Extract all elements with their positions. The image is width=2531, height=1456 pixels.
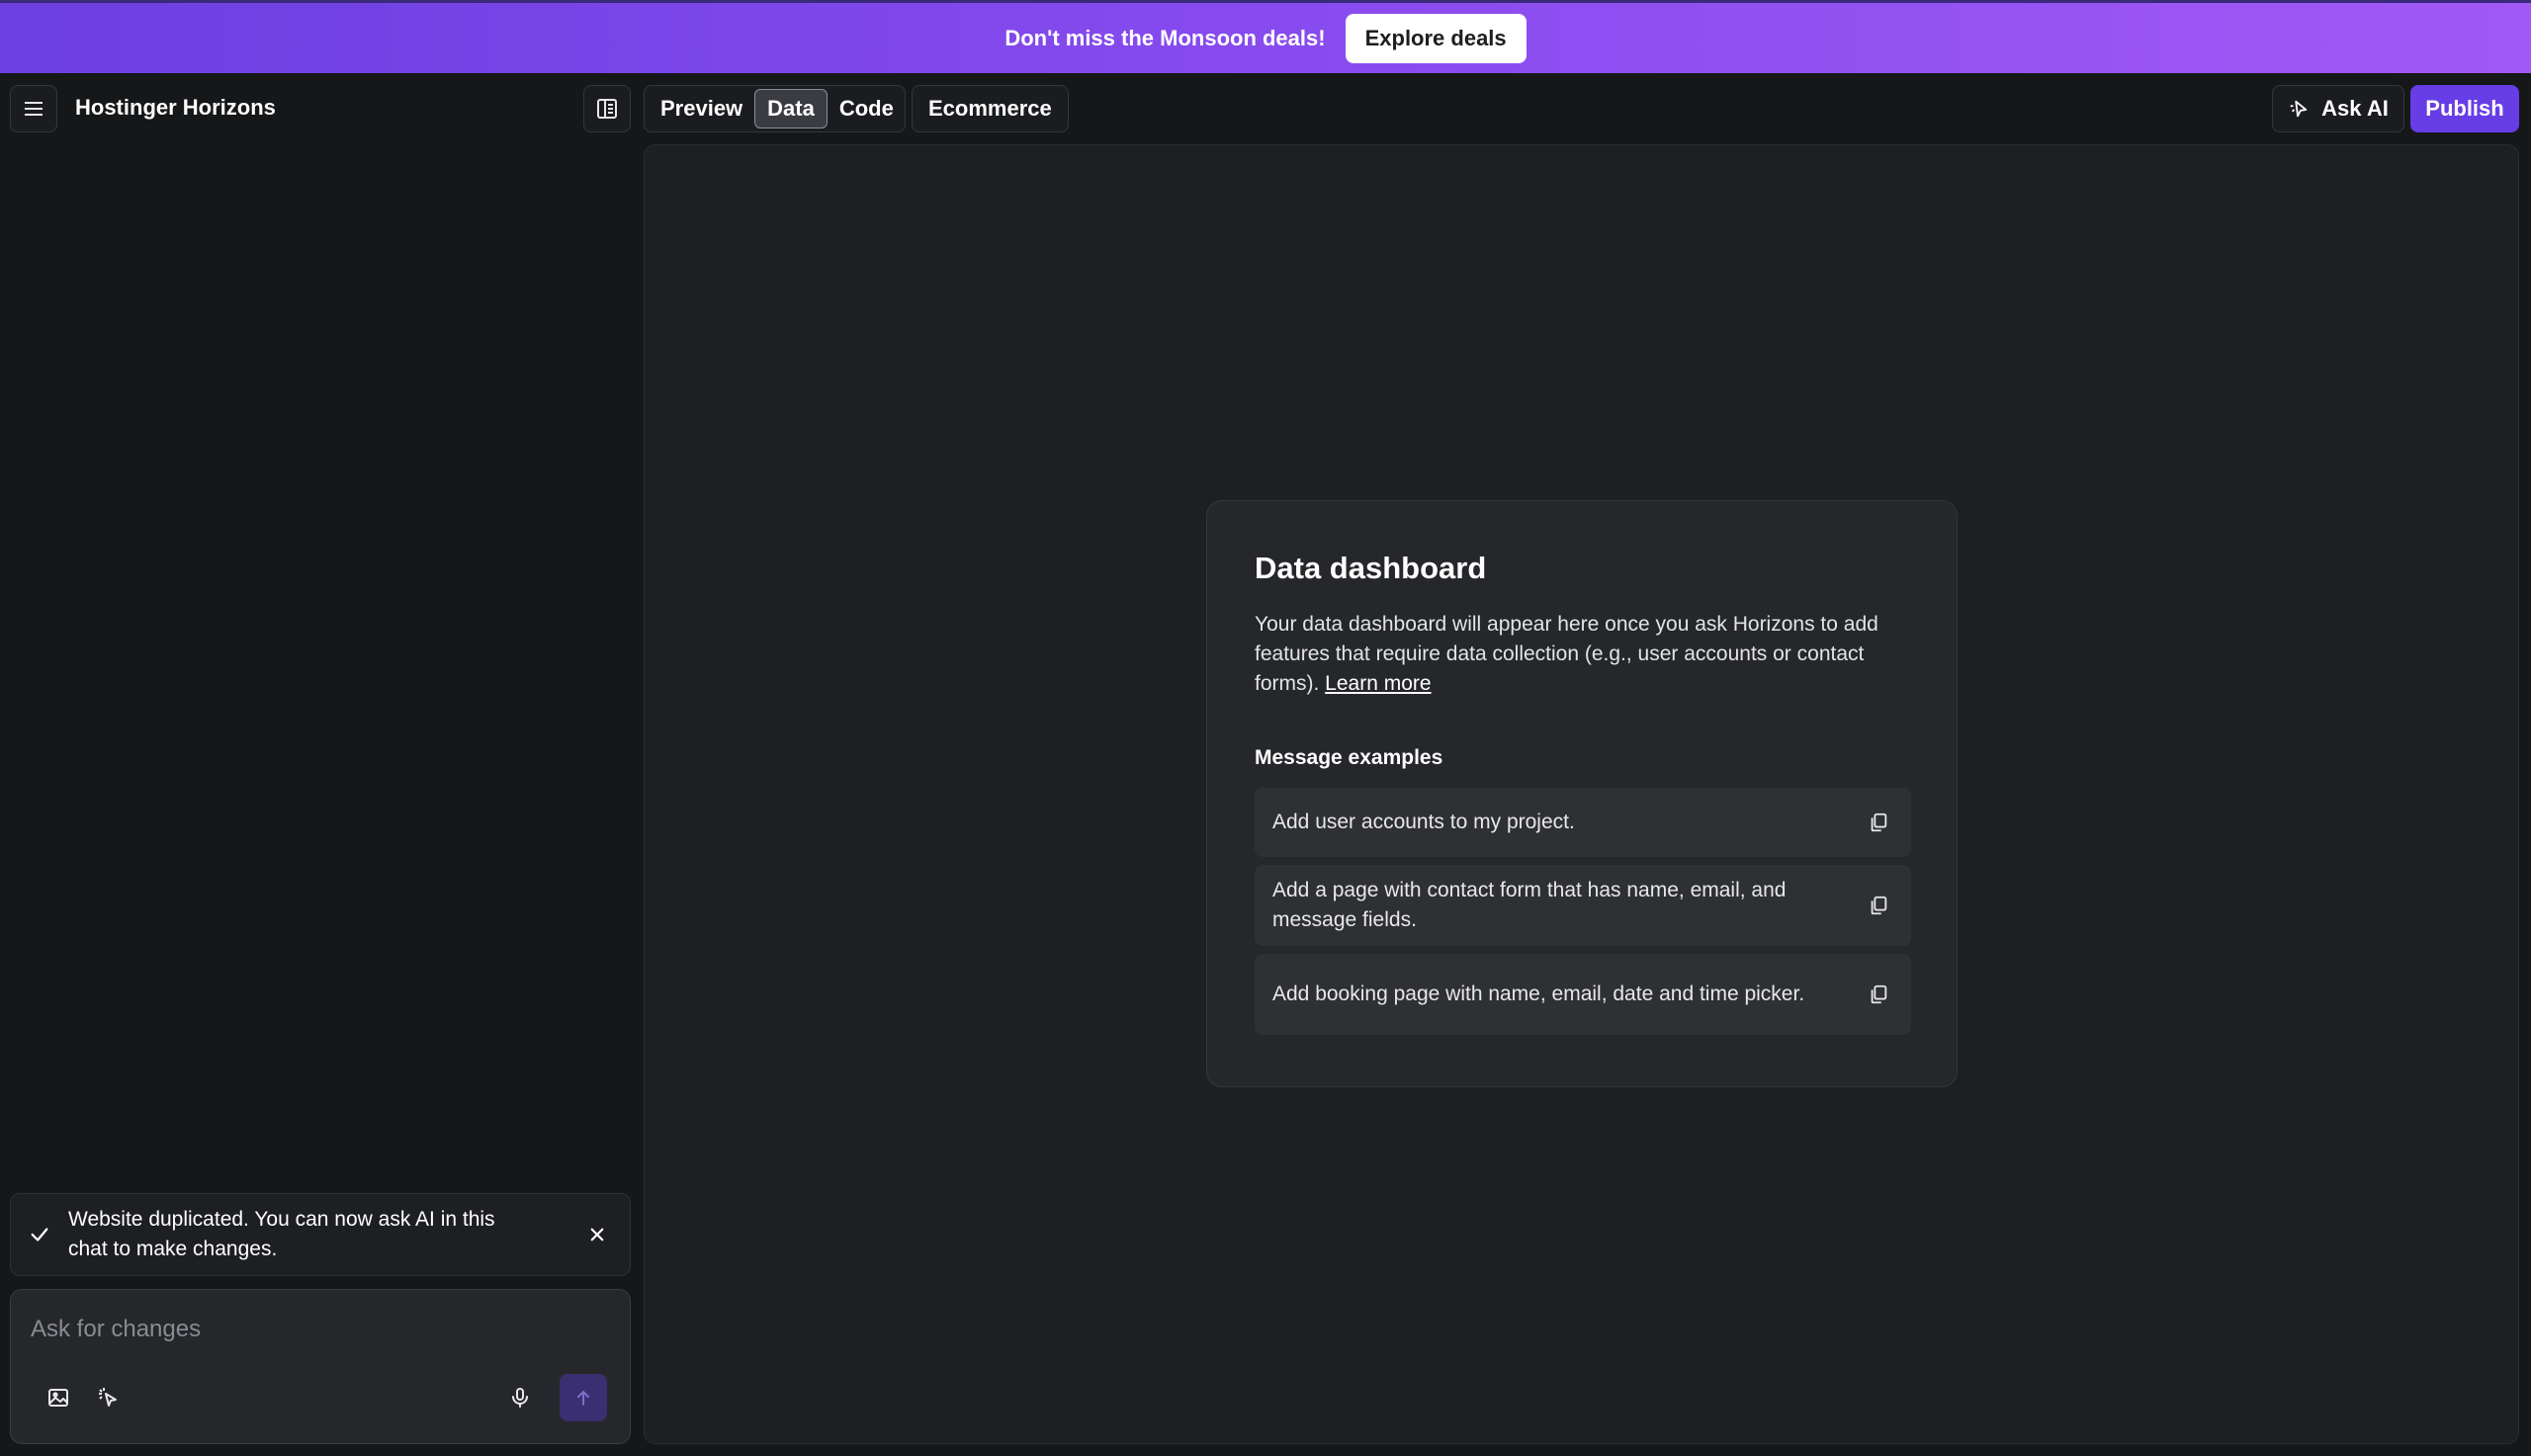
promo-banner: Don't miss the Monsoon deals! Explore de…: [0, 0, 2531, 73]
tab-data[interactable]: Data: [754, 89, 828, 128]
copy-button[interactable]: [1864, 808, 1893, 837]
app-title: Hostinger Horizons: [75, 95, 276, 120]
sparkle-cursor-icon: [2290, 100, 2308, 118]
view-tabs: Preview Data Code: [644, 85, 906, 132]
select-cursor-icon: [99, 1388, 117, 1407]
tab-preview[interactable]: Preview: [649, 89, 754, 128]
menu-icon: [25, 102, 43, 116]
top-bar: Hostinger Horizons Preview Data Code Eco…: [0, 73, 2531, 144]
arrow-up-icon: [576, 1391, 590, 1406]
close-icon: [590, 1228, 604, 1242]
example-text: Add user accounts to my project.: [1272, 811, 1575, 833]
tab-ecommerce[interactable]: Ecommerce: [912, 85, 1069, 132]
examples-heading: Message examples: [1255, 746, 1443, 769]
send-button[interactable]: [560, 1374, 607, 1421]
example-text: Add booking page with name, email, date …: [1272, 983, 1805, 1005]
copy-icon: [1871, 813, 1887, 832]
example-text: Add a page with contact form that has na…: [1272, 879, 1787, 931]
image-icon: [48, 1389, 68, 1407]
ask-ai-button[interactable]: Ask AI: [2272, 85, 2404, 132]
banner-text: Don't miss the Monsoon deals!: [1004, 25, 1326, 50]
copy-icon: [1871, 985, 1887, 1004]
copy-button[interactable]: [1864, 891, 1893, 920]
explore-deals-button[interactable]: Explore deals: [1345, 13, 1527, 63]
attach-image-button[interactable]: [41, 1380, 76, 1415]
card-description: Your data dashboard will appear here onc…: [1255, 610, 1911, 699]
ask-for-changes-input[interactable]: [31, 1310, 604, 1349]
tab-code[interactable]: Code: [828, 89, 906, 128]
menu-button[interactable]: [10, 85, 57, 132]
chat-composer: [10, 1289, 631, 1444]
panel-toggle-button[interactable]: [583, 85, 631, 132]
message-example[interactable]: Add user accounts to my project.: [1255, 788, 1911, 857]
select-element-button[interactable]: [90, 1380, 126, 1415]
check-icon: [31, 1228, 48, 1242]
card-title: Data dashboard: [1255, 551, 1487, 585]
panel-layout-icon: [597, 99, 617, 119]
data-dashboard-card: Data dashboard Your data dashboard will …: [1206, 500, 1958, 1087]
ask-ai-label: Ask AI: [2321, 96, 2389, 121]
message-example[interactable]: Add a page with contact form that has na…: [1255, 865, 1911, 946]
copy-button[interactable]: [1864, 980, 1893, 1009]
voice-input-button[interactable]: [502, 1380, 538, 1415]
main-content: Data dashboard Your data dashboard will …: [644, 144, 2519, 1444]
learn-more-link[interactable]: Learn more: [1325, 672, 1431, 695]
publish-button[interactable]: Publish: [2410, 85, 2519, 132]
toast-message: Website duplicated. You can now ask AI i…: [68, 1208, 495, 1260]
success-toast: Website duplicated. You can now ask AI i…: [10, 1193, 631, 1276]
toast-close-button[interactable]: [582, 1220, 612, 1249]
microphone-icon: [512, 1388, 528, 1408]
copy-icon: [1871, 896, 1887, 915]
message-example[interactable]: Add booking page with name, email, date …: [1255, 954, 1911, 1035]
